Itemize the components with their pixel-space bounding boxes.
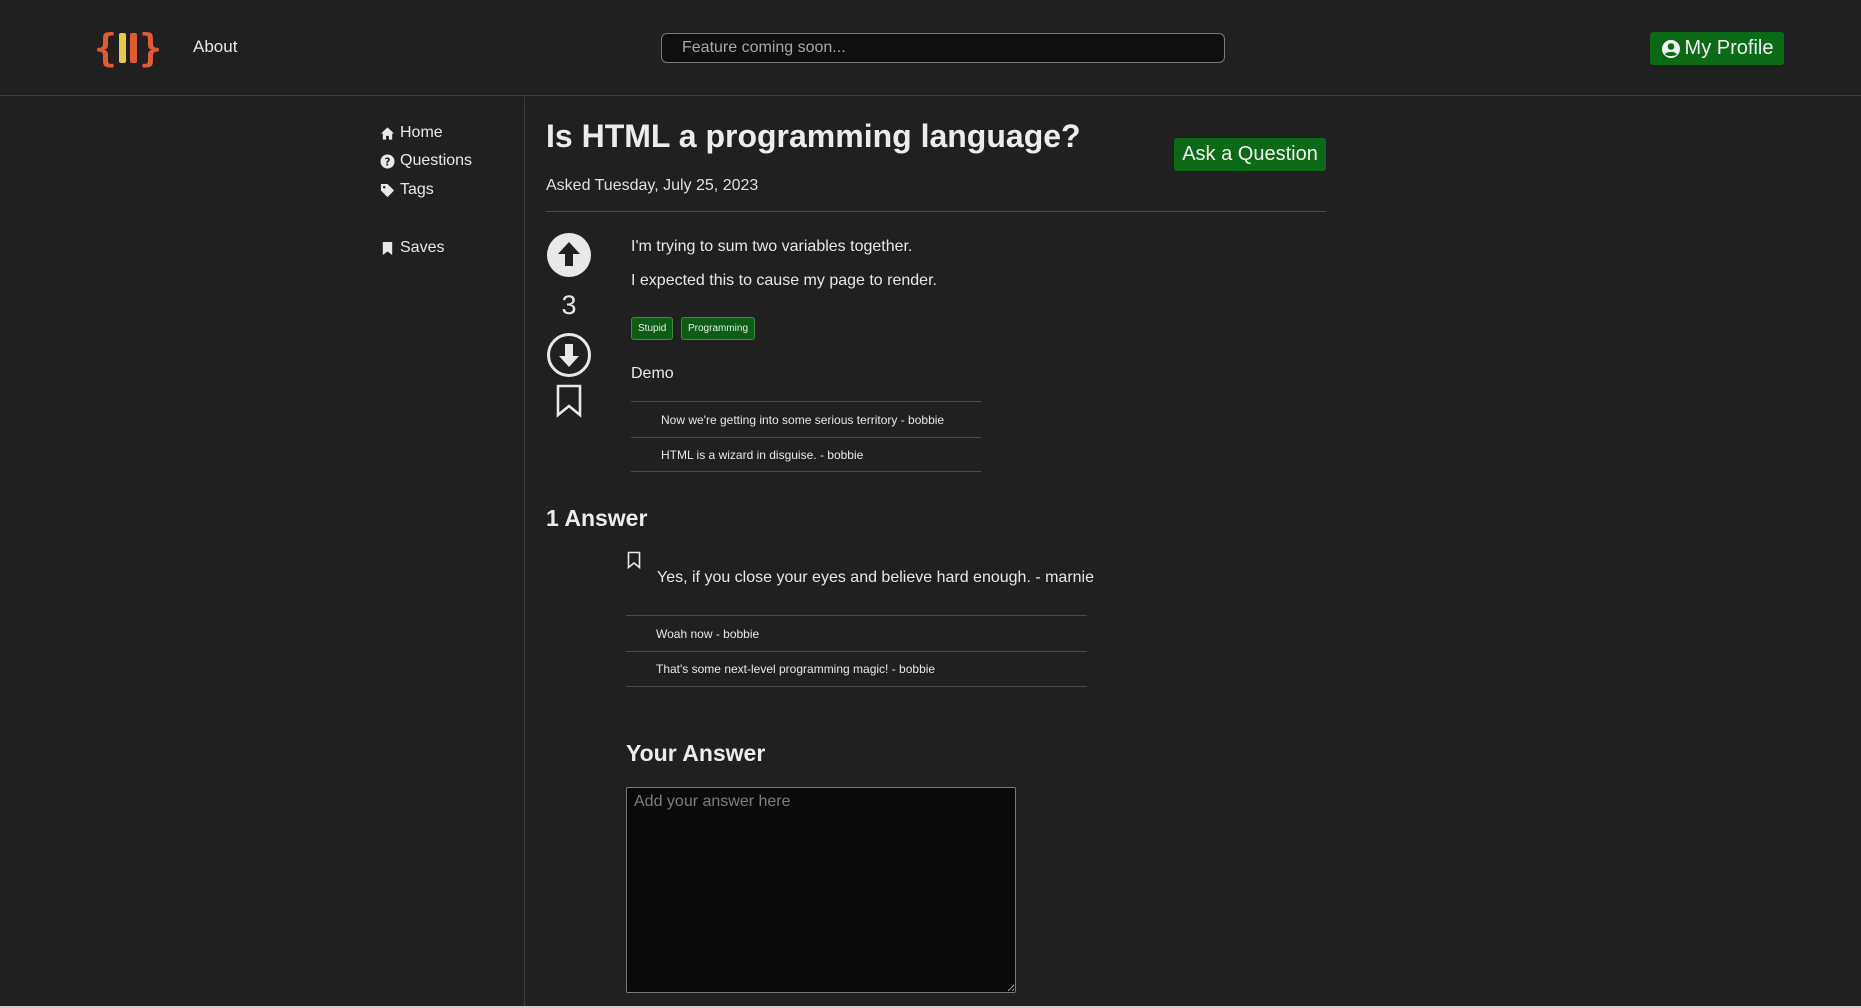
my-profile-label: My Profile: [1684, 37, 1774, 59]
comment: Now we're getting into some serious terr…: [631, 402, 981, 438]
question-comments: Now we're getting into some serious terr…: [631, 401, 981, 472]
sidebar-item-label: Saves: [400, 239, 445, 256]
answer-comments: Woah now - bobbie That's some next-level…: [626, 615, 1087, 687]
home-icon: [380, 126, 395, 140]
answers-heading: 1 Answer: [546, 505, 648, 531]
answer-textarea[interactable]: [626, 787, 1016, 993]
sidebar-item-home[interactable]: Home: [380, 124, 443, 142]
divider: [546, 211, 1326, 212]
svg-text:?: ?: [385, 156, 391, 168]
my-profile-button[interactable]: My Profile: [1650, 32, 1784, 65]
logo-brace-left: {: [94, 26, 117, 70]
logo-brace-right: }: [139, 26, 162, 70]
comment: Woah now - bobbie: [626, 616, 1087, 652]
bookmark-icon: [382, 241, 393, 255]
ask-question-button[interactable]: Ask a Question: [1174, 138, 1326, 171]
tag-stupid[interactable]: Stupid: [631, 317, 674, 340]
logo-bar-yellow: [118, 33, 126, 63]
question-body-line: I'm trying to sum two variables together…: [631, 238, 913, 255]
sidebar-item-questions[interactable]: ? Questions: [380, 152, 472, 170]
question-circle-icon: ?: [380, 153, 395, 169]
logo-bar-orange: [130, 33, 138, 63]
answer-text: Yes, if you close your eyes and believe …: [657, 569, 1095, 586]
question-title: Is HTML a programming language?: [546, 118, 1081, 154]
sidebar-divider: [524, 97, 525, 1008]
downvote-arrow-icon[interactable]: [546, 332, 592, 378]
user-circle-icon: [1661, 39, 1680, 58]
about-link[interactable]: About: [193, 37, 237, 57]
tag-icon: [380, 183, 395, 197]
demo-label: Demo: [631, 365, 674, 382]
tag-programming[interactable]: Programming: [681, 317, 756, 340]
upvote-arrow-icon[interactable]: [546, 232, 592, 278]
sidebar-item-label: Tags: [400, 181, 434, 198]
vote-count: 3: [561, 290, 577, 320]
sidebar-item-label: Questions: [400, 152, 473, 169]
comment: That's some next-level programming magic…: [626, 652, 1087, 687]
sidebar-item-saves[interactable]: Saves: [380, 239, 444, 257]
comment: HTML is a wizard in disguise. - bobbie: [631, 438, 981, 472]
asked-date: Asked Tuesday, July 25, 2023: [546, 177, 759, 194]
top-header: { } About My Profile: [0, 0, 1861, 96]
your-answer-heading: Your Answer: [626, 740, 766, 766]
sidebar-item-label: Home: [400, 124, 443, 141]
sidebar-item-tags[interactable]: Tags: [380, 181, 434, 199]
bookmark-outline-icon[interactable]: [627, 551, 641, 569]
bookmark-outline-icon[interactable]: [556, 384, 582, 418]
question-body-line: I expected this to cause my page to rend…: [631, 272, 937, 289]
logo[interactable]: { }: [94, 28, 162, 68]
search-input[interactable]: [661, 33, 1225, 63]
